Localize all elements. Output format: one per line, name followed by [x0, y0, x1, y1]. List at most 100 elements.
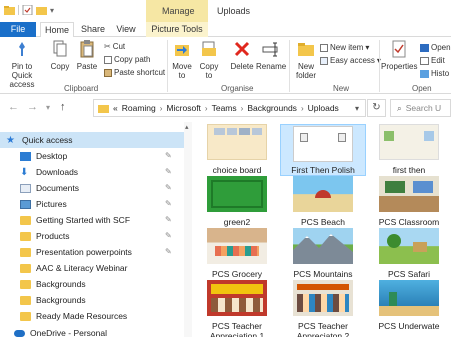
thumbnail — [379, 176, 439, 212]
pin-icon[interactable]: ✎ — [165, 151, 172, 160]
pin-icon — [19, 42, 25, 56]
pin-icon[interactable]: ✎ — [165, 215, 172, 224]
file-tile-selected[interactable]: First Then Polish — [280, 124, 366, 176]
nav-item-ready-made-resources[interactable]: Ready Made Resources — [0, 308, 184, 324]
delete-button[interactable]: Delete — [228, 40, 256, 71]
file-tile[interactable]: PCS Underwate — [366, 280, 451, 331]
qat-dropdown-icon[interactable]: ▾ — [50, 6, 54, 15]
up-arrow-icon[interactable]: ↑ — [60, 101, 66, 113]
file-tile[interactable]: PCS Classroom — [366, 176, 451, 227]
copy-button[interactable]: Copy — [47, 40, 73, 71]
history-button[interactable]: Histo — [420, 68, 449, 79]
cut-button[interactable]: ✂ Cut — [104, 41, 125, 52]
address-bar-row: ← → ▾ ↑ « Roaming › Microsoft › Teams › … — [0, 95, 451, 120]
nav-item-documents[interactable]: Documents ✎ — [0, 180, 184, 196]
file-tile[interactable]: first then — [366, 124, 451, 175]
open-label: Open — [431, 43, 451, 52]
download-arrow-icon: ⬇ — [20, 166, 29, 178]
breadcrumb-separator-icon[interactable]: › — [205, 104, 208, 113]
file-tile[interactable]: PCS Grocery — [194, 228, 280, 279]
nav-item-getting-started[interactable]: Getting Started with SCF ✎ — [0, 212, 184, 228]
move-to-button[interactable]: Move to — [170, 40, 194, 80]
breadcrumb-separator-icon[interactable]: › — [301, 104, 304, 113]
file-tile[interactable]: PCS Beach — [280, 176, 366, 227]
tab-file[interactable]: File — [0, 22, 36, 37]
paste-shortcut-button[interactable]: Paste shortcut — [104, 67, 165, 78]
thumb-detail — [379, 306, 439, 316]
file-tile[interactable]: PCS Mountains — [280, 228, 366, 279]
properties-check-icon[interactable] — [22, 5, 33, 15]
file-name: green2 — [223, 217, 251, 227]
easy-access-icon — [320, 56, 328, 65]
new-item-icon — [320, 43, 328, 52]
file-tile[interactable]: PCS Teacher Appreciation 1 — [194, 280, 280, 337]
rename-button[interactable]: Rename — [256, 40, 286, 71]
group-divider — [379, 40, 380, 92]
nav-item-label: Backgrounds — [36, 295, 86, 305]
copy-to-button[interactable]: Copy to — [197, 40, 221, 80]
pin-icon[interactable]: ✎ — [165, 167, 172, 176]
copy-to-icon — [202, 41, 216, 56]
breadcrumb-separator-icon[interactable]: › — [241, 104, 244, 113]
nav-item-downloads[interactable]: ⬇ Downloads ✎ — [0, 164, 184, 180]
properties-button[interactable]: Properties — [381, 40, 417, 71]
thumb-detail — [413, 242, 427, 252]
breadcrumb-backgrounds[interactable]: Backgrounds — [247, 103, 297, 113]
breadcrumb-overflow[interactable]: « — [113, 103, 118, 113]
nav-item-backgrounds-2[interactable]: Backgrounds — [0, 292, 184, 308]
search-box[interactable]: ⌕ Search U — [390, 99, 451, 117]
new-item-label: New item — [330, 43, 364, 52]
refresh-button[interactable]: ↻ — [367, 99, 386, 117]
nav-item-pictures[interactable]: Pictures ✎ — [0, 196, 184, 212]
nav-item-desktop[interactable]: Desktop ✎ — [0, 148, 184, 164]
nav-item-aac-literacy-webinar[interactable]: AAC & Literacy Webinar — [0, 260, 184, 276]
thumb-detail — [315, 190, 331, 198]
breadcrumb-uploads[interactable]: Uploads — [308, 103, 339, 113]
breadcrumb-microsoft[interactable]: Microsoft — [166, 103, 200, 113]
breadcrumb-separator-icon[interactable]: › — [160, 104, 163, 113]
new-folder-qat-icon[interactable] — [36, 5, 47, 15]
breadcrumb-roaming[interactable]: Roaming — [122, 103, 156, 113]
file-tile[interactable]: green2 — [194, 176, 280, 227]
file-tile[interactable]: PCS Safari — [366, 228, 451, 279]
copy-path-button[interactable]: Copy path — [104, 54, 150, 65]
file-tile[interactable]: choice board — [194, 124, 280, 175]
scroll-up-icon[interactable]: ▴ — [185, 123, 189, 131]
recent-locations-chevron-icon[interactable]: ▾ — [46, 103, 50, 112]
nav-scrollbar[interactable]: ▴ — [184, 122, 192, 337]
address-bar[interactable]: « Roaming › Microsoft › Teams › Backgrou… — [93, 99, 366, 117]
thumbnail — [379, 124, 439, 160]
tab-picture-tools[interactable]: Picture Tools — [146, 22, 208, 37]
pin-icon[interactable]: ✎ — [165, 199, 172, 208]
edit-button[interactable]: Edit — [420, 55, 445, 66]
nav-onedrive[interactable]: OneDrive - Personal — [0, 325, 184, 337]
back-arrow-icon[interactable]: ← — [8, 101, 19, 113]
breadcrumb-teams[interactable]: Teams — [212, 103, 237, 113]
navigation-pane: ★ Quick access Desktop ✎ ⬇ Downloads ✎ D… — [0, 122, 184, 337]
pin-quick-access-button[interactable]: Pin to Quick access — [2, 40, 42, 89]
open-button[interactable]: Open — [420, 42, 451, 53]
tab-home[interactable]: Home — [40, 22, 74, 38]
new-folder-button[interactable]: New folder — [293, 40, 319, 80]
tab-share[interactable]: Share — [80, 22, 106, 37]
easy-access-button[interactable]: Easy access▾ — [320, 55, 381, 66]
nav-item-backgrounds[interactable]: Backgrounds — [0, 276, 184, 292]
thumb-detail — [424, 131, 434, 141]
nav-quick-access[interactable]: ★ Quick access — [0, 132, 184, 148]
paste-button[interactable]: Paste — [75, 40, 99, 71]
file-name: PCS Beach — [301, 217, 345, 227]
nav-item-presentation-powerpoints[interactable]: Presentation powerpoints ✎ — [0, 244, 184, 260]
pin-icon[interactable]: ✎ — [165, 183, 172, 192]
paste-icon — [80, 40, 94, 58]
thumbnail — [293, 126, 353, 162]
pin-icon[interactable]: ✎ — [165, 247, 172, 256]
tab-view[interactable]: View — [114, 22, 138, 37]
address-dropdown-chevron-icon[interactable]: ▾ — [355, 104, 359, 113]
new-item-button[interactable]: New item ▾ — [320, 42, 369, 53]
nav-item-products[interactable]: Products ✎ — [0, 228, 184, 244]
forward-arrow-icon[interactable]: → — [27, 101, 38, 113]
thumb-detail — [211, 284, 263, 294]
file-tile[interactable]: PCS Teacher Appreciaton 2 — [280, 280, 366, 337]
folder-icon — [20, 231, 31, 241]
pin-icon[interactable]: ✎ — [165, 231, 172, 240]
